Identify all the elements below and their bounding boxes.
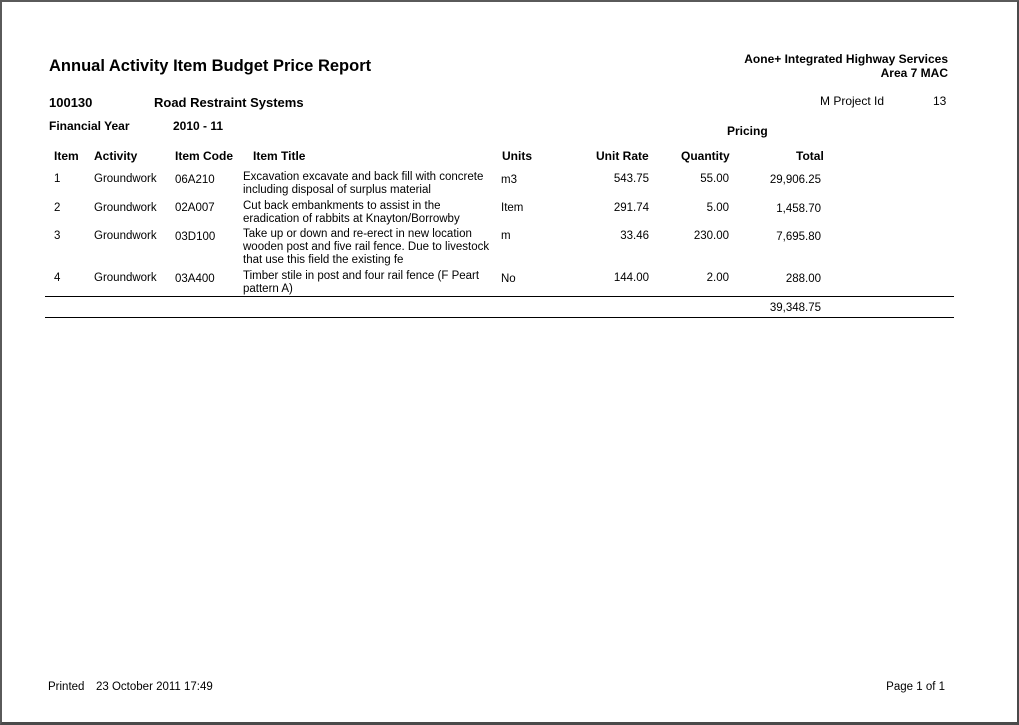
cell-units: No	[501, 273, 516, 285]
total-rule-bottom	[45, 317, 954, 318]
report-title: Annual Activity Item Budget Price Report	[49, 57, 372, 75]
financial-year-label: Financial Year	[49, 119, 130, 133]
cell-activity: Groundwork	[94, 230, 157, 242]
header-activity: Activity	[94, 149, 138, 163]
cell-item-code: 02A007	[175, 202, 215, 214]
cell-units: m	[501, 230, 511, 242]
cell-item-code: 06A210	[175, 174, 215, 186]
m-project-id-value: 13	[933, 94, 947, 108]
cell-item-title: Take up or down and re-erect in new loca…	[243, 228, 490, 266]
cell-activity: Groundwork	[94, 272, 157, 284]
printed-date: 23 October 2011 17:49	[96, 681, 213, 693]
header-unit-rate: Unit Rate	[596, 149, 649, 163]
cell-unit-rate: 33.46	[620, 230, 649, 242]
cell-item-code: 03A400	[175, 273, 215, 285]
page-number: Page 1 of 1	[886, 681, 945, 693]
cell-unit-rate: 543.75	[613, 173, 649, 185]
total-rule-top	[45, 296, 954, 297]
cell-item: 1	[54, 173, 61, 185]
cell-quantity: 2.00	[706, 272, 729, 284]
cell-unit-rate: 144.00	[613, 272, 649, 284]
cell-total: 288.00	[785, 273, 821, 285]
cell-item-title: Timber stile in post and four rail fence…	[243, 270, 480, 295]
cell-quantity: 5.00	[706, 202, 729, 214]
header-item-title: Item Title	[253, 149, 306, 163]
cell-activity: Groundwork	[94, 202, 157, 214]
company-area: Area 7 MAC	[880, 66, 948, 80]
header-item-code: Item Code	[175, 149, 234, 163]
cell-activity: Groundwork	[94, 173, 157, 185]
cell-quantity: 55.00	[700, 173, 729, 185]
cell-quantity: 230.00	[693, 230, 729, 242]
report-page: Annual Activity Item Budget Price Report…	[0, 0, 1019, 725]
pricing-label: Pricing	[727, 124, 768, 138]
cell-item: 2	[54, 202, 61, 214]
cell-total: 7,695.80	[776, 231, 821, 243]
cell-item-title: Cut back embankments to assist in the er…	[243, 200, 460, 225]
company-name: Aone+ Integrated Highway Services	[744, 52, 948, 66]
grand-total: 39,348.75	[769, 302, 821, 314]
project-code: 100130	[49, 95, 93, 110]
cell-item: 3	[54, 230, 61, 242]
cell-units: m3	[501, 174, 517, 186]
header-total: Total	[796, 149, 824, 163]
header-quantity: Quantity	[681, 149, 730, 163]
cell-item: 4	[54, 272, 61, 284]
header-item: Item	[54, 149, 79, 163]
cell-unit-rate: 291.74	[613, 202, 649, 214]
m-project-id-label: M Project Id	[820, 94, 885, 108]
cell-units: Item	[501, 202, 524, 214]
header-units: Units	[502, 149, 532, 163]
cell-item-title: Excavation excavate and back fill with c…	[243, 171, 484, 196]
printed-label: Printed	[48, 681, 85, 693]
financial-year-value: 2010 - 11	[173, 119, 224, 133]
company-block: Aone+ Integrated Highway Services Area 7…	[744, 52, 948, 80]
cell-item-code: 03D100	[175, 231, 216, 243]
project-name: Road Restraint Systems	[154, 95, 304, 110]
cell-total: 1,458.70	[776, 203, 821, 215]
cell-total: 29,906.25	[769, 174, 821, 186]
